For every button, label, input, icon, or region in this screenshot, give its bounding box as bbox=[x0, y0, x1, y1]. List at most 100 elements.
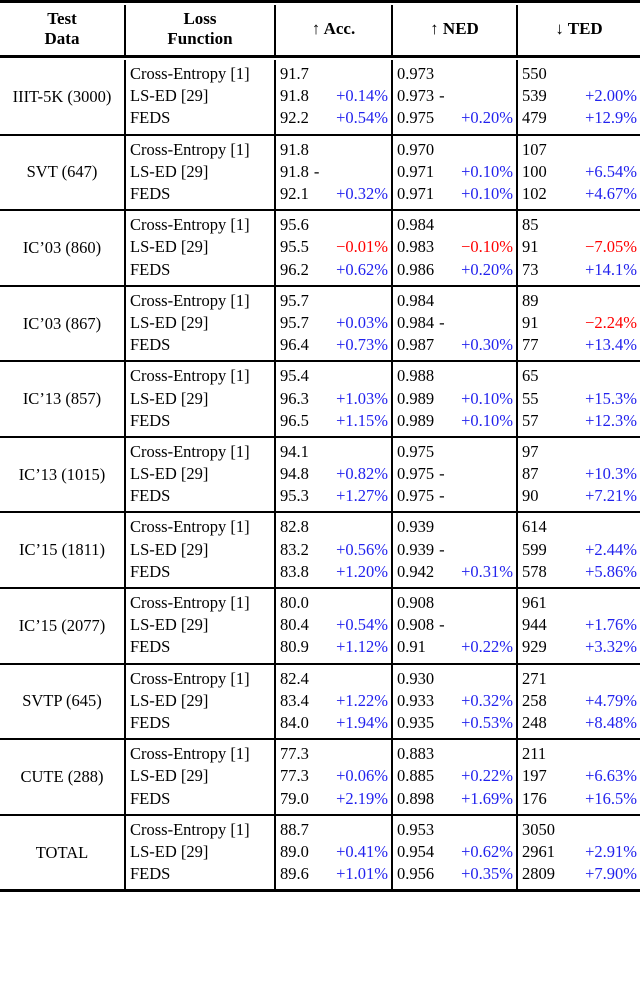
metric-line: 0.989 +0.10% bbox=[393, 410, 516, 432]
metric-line: 0.975- bbox=[393, 463, 516, 485]
cell-loss-function: Cross-Entropy [1] LS-ED [29] FEDS bbox=[124, 437, 275, 513]
metric-line: 89.0 +0.41% bbox=[276, 841, 391, 863]
metric-value: 96.4 bbox=[280, 335, 309, 355]
metric-delta: +0.73% bbox=[336, 335, 388, 355]
group-separator-row bbox=[0, 889, 640, 894]
group-label: IC’15 (2077) bbox=[0, 589, 125, 664]
table-body: IIIT-5K (3000) Cross-Entropy [1] LS-ED [29… bbox=[0, 60, 640, 894]
metric-value: 83.2 bbox=[280, 539, 309, 559]
metric-delta: +1.12% bbox=[336, 637, 388, 657]
metric-value: 0.975 bbox=[397, 108, 435, 128]
metric-line: 0.970 bbox=[393, 139, 516, 161]
column-header-acc: ↑ Acc. bbox=[274, 5, 392, 57]
metric-line: 91.8- bbox=[276, 161, 391, 183]
metric-value: 83.4 bbox=[280, 690, 309, 710]
cell-ned: 0.953 0.954 +0.62% 0.956 +0.35% bbox=[391, 815, 517, 891]
metric-delta: +0.22% bbox=[461, 637, 513, 657]
table-row-group: IC’03 (867) Cross-Entropy [1] LS-ED [29] FE… bbox=[0, 286, 640, 362]
cell-ned: 0.908 0.908-0.91 +0.22% bbox=[391, 589, 517, 664]
loss-function-name: LS-ED [29] bbox=[130, 690, 209, 710]
metric-delta: +1.27% bbox=[336, 486, 388, 506]
loss-function-name: Cross-Entropy [1] bbox=[130, 593, 250, 613]
metric-value: 0.984 bbox=[397, 215, 435, 235]
cell-acc: 82.4 83.4 +1.22% 84.0 +1.94% bbox=[274, 664, 392, 740]
group-label: IC’13 (1015) bbox=[0, 437, 125, 513]
group-label: SVTP (645) bbox=[0, 664, 125, 740]
value-stack: 89 91 −2.24% 77 +13.4% bbox=[518, 287, 640, 361]
metric-line: 929 +3.32% bbox=[518, 636, 640, 658]
metric-value: 89 bbox=[522, 290, 539, 310]
loss-function-name: FEDS bbox=[130, 788, 171, 808]
metric-value: 2961 bbox=[522, 841, 555, 861]
cell-loss-function: Cross-Entropy [1] LS-ED [29] FEDS bbox=[124, 664, 275, 740]
table-row-group: IC’15 (1811) Cross-Entropy [1] LS-ED [29] F… bbox=[0, 513, 640, 589]
cell-ted: 3050 2961 +2.91% 2809 +7.90% bbox=[515, 815, 640, 891]
cell-ned: 0.988 0.989 +0.10% 0.989 +0.10% bbox=[391, 362, 517, 437]
results-table-container: Test Data Loss Function ↑ Acc. ↑ NED ↓ T… bbox=[0, 0, 640, 894]
cell-loss-function: Cross-Entropy [1] LS-ED [29] FEDS bbox=[124, 362, 275, 437]
metric-value: 0.975 bbox=[397, 464, 435, 484]
value-stack: 97 87 +10.3% 90 +7.21% bbox=[518, 438, 640, 512]
metric-line: 176 +16.5% bbox=[518, 788, 640, 810]
metric-delta: +0.62% bbox=[461, 841, 513, 861]
metric-delta: +2.00% bbox=[585, 86, 638, 106]
metric-line: 0.939 bbox=[393, 516, 516, 538]
metric-delta: +0.10% bbox=[461, 184, 513, 204]
metric-value: 0.989 bbox=[397, 388, 435, 408]
metric-value: 95.4 bbox=[280, 366, 309, 386]
loss-function-name: Cross-Entropy [1] bbox=[130, 668, 250, 688]
value-stack: 0.930 0.933 +0.32% 0.935 +0.53% bbox=[393, 665, 516, 739]
loss-function-name: Cross-Entropy [1] bbox=[130, 290, 250, 310]
metric-value: 83.8 bbox=[280, 561, 309, 581]
metric-delta: +1.01% bbox=[336, 864, 388, 884]
metric-line: 82.4 bbox=[276, 668, 391, 690]
metric-delta: +1.22% bbox=[336, 690, 388, 710]
metric-line: 107 bbox=[518, 139, 640, 161]
metric-value: 85 bbox=[522, 215, 539, 235]
table-row-group: SVTP (645) Cross-Entropy [1] LS-ED [29] FED… bbox=[0, 664, 640, 740]
metric-line: 550 bbox=[518, 63, 640, 85]
cell-ned: 0.883 0.885 +0.22% 0.898 +1.69% bbox=[391, 740, 517, 815]
metric-line: 0.973- bbox=[393, 85, 516, 107]
metric-line: 211 bbox=[518, 743, 640, 765]
metric-value: 599 bbox=[522, 539, 547, 559]
metric-line: 90 +7.21% bbox=[518, 485, 640, 507]
metric-value: 0.971 bbox=[397, 184, 435, 204]
metric-line: 0.954 +0.62% bbox=[393, 841, 516, 863]
metric-value: 94.1 bbox=[280, 441, 309, 461]
metric-value: 0.986 bbox=[397, 259, 435, 279]
metric-delta: +13.4% bbox=[585, 335, 638, 355]
metric-delta: - bbox=[439, 86, 445, 106]
metric-line: 0.975- bbox=[393, 485, 516, 507]
metric-line: 95.6 bbox=[276, 214, 391, 236]
cell-acc: 82.8 83.2 +0.56% 83.8 +1.20% bbox=[274, 513, 392, 589]
loss-function-name: LS-ED [29] bbox=[130, 841, 209, 861]
metric-delta: −2.24% bbox=[585, 312, 638, 332]
metric-line: 0.986 +0.20% bbox=[393, 259, 516, 281]
metric-line: 95.5 −0.01% bbox=[276, 236, 391, 258]
value-stack: 65 55 +15.3% 57 +12.3% bbox=[518, 362, 640, 436]
cell-acc: 95.6 95.5 −0.01% 96.2 +0.62% bbox=[274, 211, 392, 286]
metric-line: 95.3 +1.27% bbox=[276, 485, 391, 507]
metric-line: 2961 +2.91% bbox=[518, 841, 640, 863]
metric-line: 91.8 bbox=[276, 139, 391, 161]
metric-delta: +14.1% bbox=[585, 259, 638, 279]
metric-value: 479 bbox=[522, 108, 547, 128]
cell-ned: 0.973 0.973-0.975 +0.20% bbox=[391, 60, 517, 135]
metric-delta: +0.62% bbox=[336, 259, 388, 279]
metric-value: 55 bbox=[522, 388, 539, 408]
metric-value: 550 bbox=[522, 64, 547, 84]
metric-line: 102 +4.67% bbox=[518, 183, 640, 205]
column-header-test-data-line2: Data bbox=[44, 29, 80, 49]
metric-line: 100 +6.54% bbox=[518, 161, 640, 183]
metric-value: 82.8 bbox=[280, 517, 309, 537]
metric-value: 0.939 bbox=[397, 539, 435, 559]
table-bottom-rule bbox=[0, 889, 640, 894]
metric-value: 80.0 bbox=[280, 593, 309, 613]
metric-line: 91.7 bbox=[276, 63, 391, 85]
metric-line: 89 bbox=[518, 290, 640, 312]
metric-value: 0.898 bbox=[397, 788, 435, 808]
value-stack: Cross-Entropy [1] LS-ED [29] FEDS bbox=[126, 211, 274, 285]
metric-delta: - bbox=[439, 464, 445, 484]
metric-line: 96.3 +1.03% bbox=[276, 388, 391, 410]
